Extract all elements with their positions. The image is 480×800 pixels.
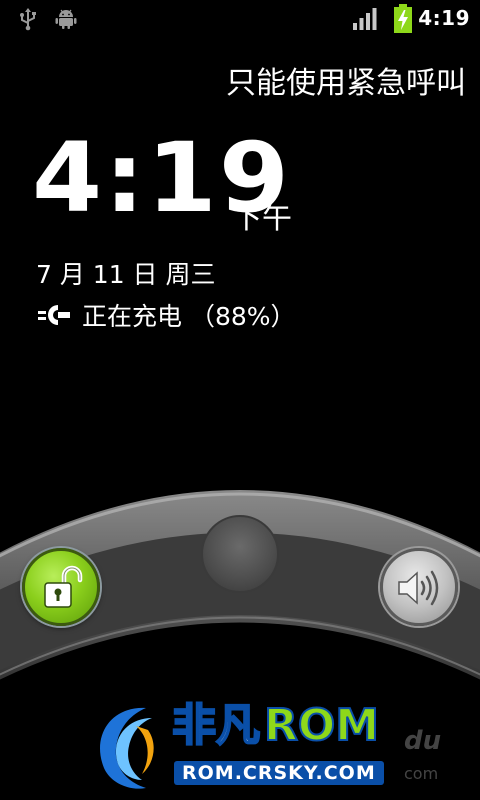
- watermark-url: ROM.CRSKY.COM: [174, 761, 384, 785]
- watermark-com-fragment: com: [404, 764, 439, 783]
- watermark-brand: 非凡ROM: [171, 703, 380, 749]
- watermark-brand-rom: ROM: [263, 700, 380, 751]
- unlock-button[interactable]: [22, 548, 100, 626]
- unlock-drag-handle[interactable]: [201, 515, 279, 593]
- watermark-baidu-fragment: du: [404, 726, 442, 756]
- unlock-padlock-icon: [44, 565, 83, 608]
- sound-speaker-icon: [398, 570, 439, 606]
- watermark-brand-cn: 非凡: [171, 700, 261, 751]
- watermark-logo: [100, 707, 154, 789]
- sound-toggle-button[interactable]: [380, 548, 458, 626]
- unlock-dial[interactable]: [0, 0, 480, 800]
- watermark: 非凡ROM ROM.CRSKY.COM du com: [86, 696, 446, 796]
